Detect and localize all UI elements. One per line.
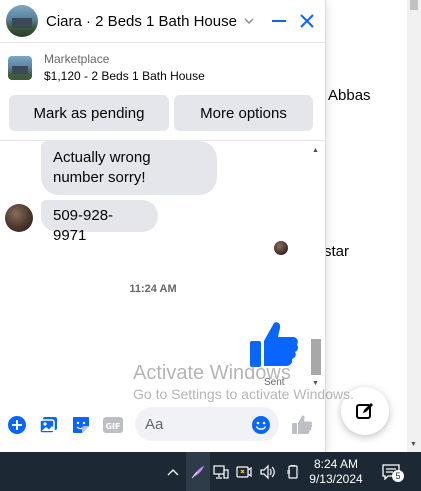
new-message-button[interactable] bbox=[341, 387, 389, 435]
sticker-button[interactable] bbox=[70, 414, 92, 436]
plus-circle-icon bbox=[8, 416, 26, 434]
taskbar: 8:24 AM 9/13/2024 bbox=[0, 452, 421, 491]
background-contact-name[interactable]: Abbas bbox=[328, 87, 371, 104]
chat-header[interactable]: Ciara · 2 Beds 1 Bath House bbox=[0, 0, 326, 42]
scroll-up-arrow-icon[interactable]: ▲ bbox=[312, 147, 319, 154]
page-scrollbar[interactable]: ▼ bbox=[407, 0, 421, 452]
message-composer: GIF bbox=[0, 402, 326, 450]
incoming-message[interactable]: Actually wrong number sorry! bbox=[41, 141, 217, 195]
minimize-icon bbox=[272, 20, 286, 22]
notification-count-badge: 5 bbox=[392, 470, 404, 482]
chat-window: Ciara · 2 Beds 1 Bath House Marketplace … bbox=[0, 0, 326, 452]
read-receipt-avatar bbox=[274, 241, 288, 255]
marketplace-listing[interactable]: Marketplace $1,120 - 2 Beds 1 Bath House bbox=[0, 42, 326, 92]
chat-title[interactable]: Ciara · 2 Beds 1 Bath House bbox=[46, 13, 237, 30]
message-list: Actually wrong number sorry! 509-928-997… bbox=[0, 141, 326, 401]
listing-actions: Mark as pending More options bbox=[9, 95, 313, 131]
feather-pen-icon bbox=[191, 465, 204, 478]
chevron-down-icon[interactable] bbox=[243, 15, 255, 27]
listing-source: Marketplace bbox=[44, 51, 110, 66]
photo-icon bbox=[39, 417, 57, 434]
taskbar-clock[interactable]: 8:24 AM 9/13/2024 bbox=[308, 457, 364, 487]
avatar[interactable] bbox=[6, 5, 38, 37]
chat-scrollbar[interactable]: ▲ ▼ bbox=[309, 141, 323, 391]
more-options-button[interactable]: More options bbox=[174, 95, 313, 131]
scroll-down-arrow-icon[interactable]: ▼ bbox=[312, 380, 319, 387]
thumbs-up-icon[interactable] bbox=[248, 319, 300, 371]
message-status: Sent bbox=[264, 377, 285, 388]
camera-icon bbox=[236, 466, 252, 478]
background-contact-name[interactable]: star bbox=[324, 243, 349, 260]
mark-as-pending-button[interactable]: Mark as pending bbox=[9, 95, 169, 131]
message-timestamp: 11:24 AM bbox=[129, 283, 177, 295]
thumbs-up-icon[interactable] bbox=[291, 414, 313, 436]
gif-button[interactable]: GIF bbox=[102, 414, 124, 436]
clock-time: 8:24 AM bbox=[313, 457, 359, 471]
network-button[interactable] bbox=[212, 462, 230, 482]
listing-thumbnail[interactable] bbox=[8, 55, 32, 80]
scroll-down-arrow-icon[interactable]: ▼ bbox=[410, 441, 417, 448]
incoming-message[interactable]: 509-928-9971 bbox=[41, 200, 158, 244]
close-button[interactable] bbox=[296, 10, 318, 32]
clock-date: 9/13/2024 bbox=[309, 472, 363, 486]
svg-text:GIF: GIF bbox=[105, 422, 120, 431]
more-actions-button[interactable] bbox=[6, 414, 28, 436]
show-hidden-icons-button[interactable] bbox=[165, 462, 181, 482]
speaker-icon bbox=[260, 464, 275, 480]
sticker-icon bbox=[73, 417, 89, 433]
page-scrollbar-thumb[interactable] bbox=[410, 0, 418, 10]
avatar[interactable] bbox=[5, 204, 33, 232]
volume-button[interactable] bbox=[258, 462, 278, 482]
battery-button[interactable] bbox=[284, 462, 302, 482]
compose-icon bbox=[356, 403, 373, 419]
meet-now-button[interactable] bbox=[235, 462, 253, 482]
network-icon bbox=[213, 465, 229, 479]
close-icon bbox=[300, 14, 314, 28]
minimize-button[interactable] bbox=[268, 10, 290, 32]
listing-price-title: $1,120 - 2 Beds 1 Bath House bbox=[44, 68, 205, 83]
emoji-icon[interactable] bbox=[251, 415, 271, 435]
battery-icon bbox=[287, 465, 298, 479]
pen-tray-button[interactable] bbox=[186, 452, 210, 491]
chat-scrollbar-thumb[interactable] bbox=[311, 339, 321, 375]
attach-photo-button[interactable] bbox=[38, 414, 60, 436]
gif-icon: GIF bbox=[103, 417, 123, 433]
chevron-up-icon bbox=[167, 469, 179, 476]
